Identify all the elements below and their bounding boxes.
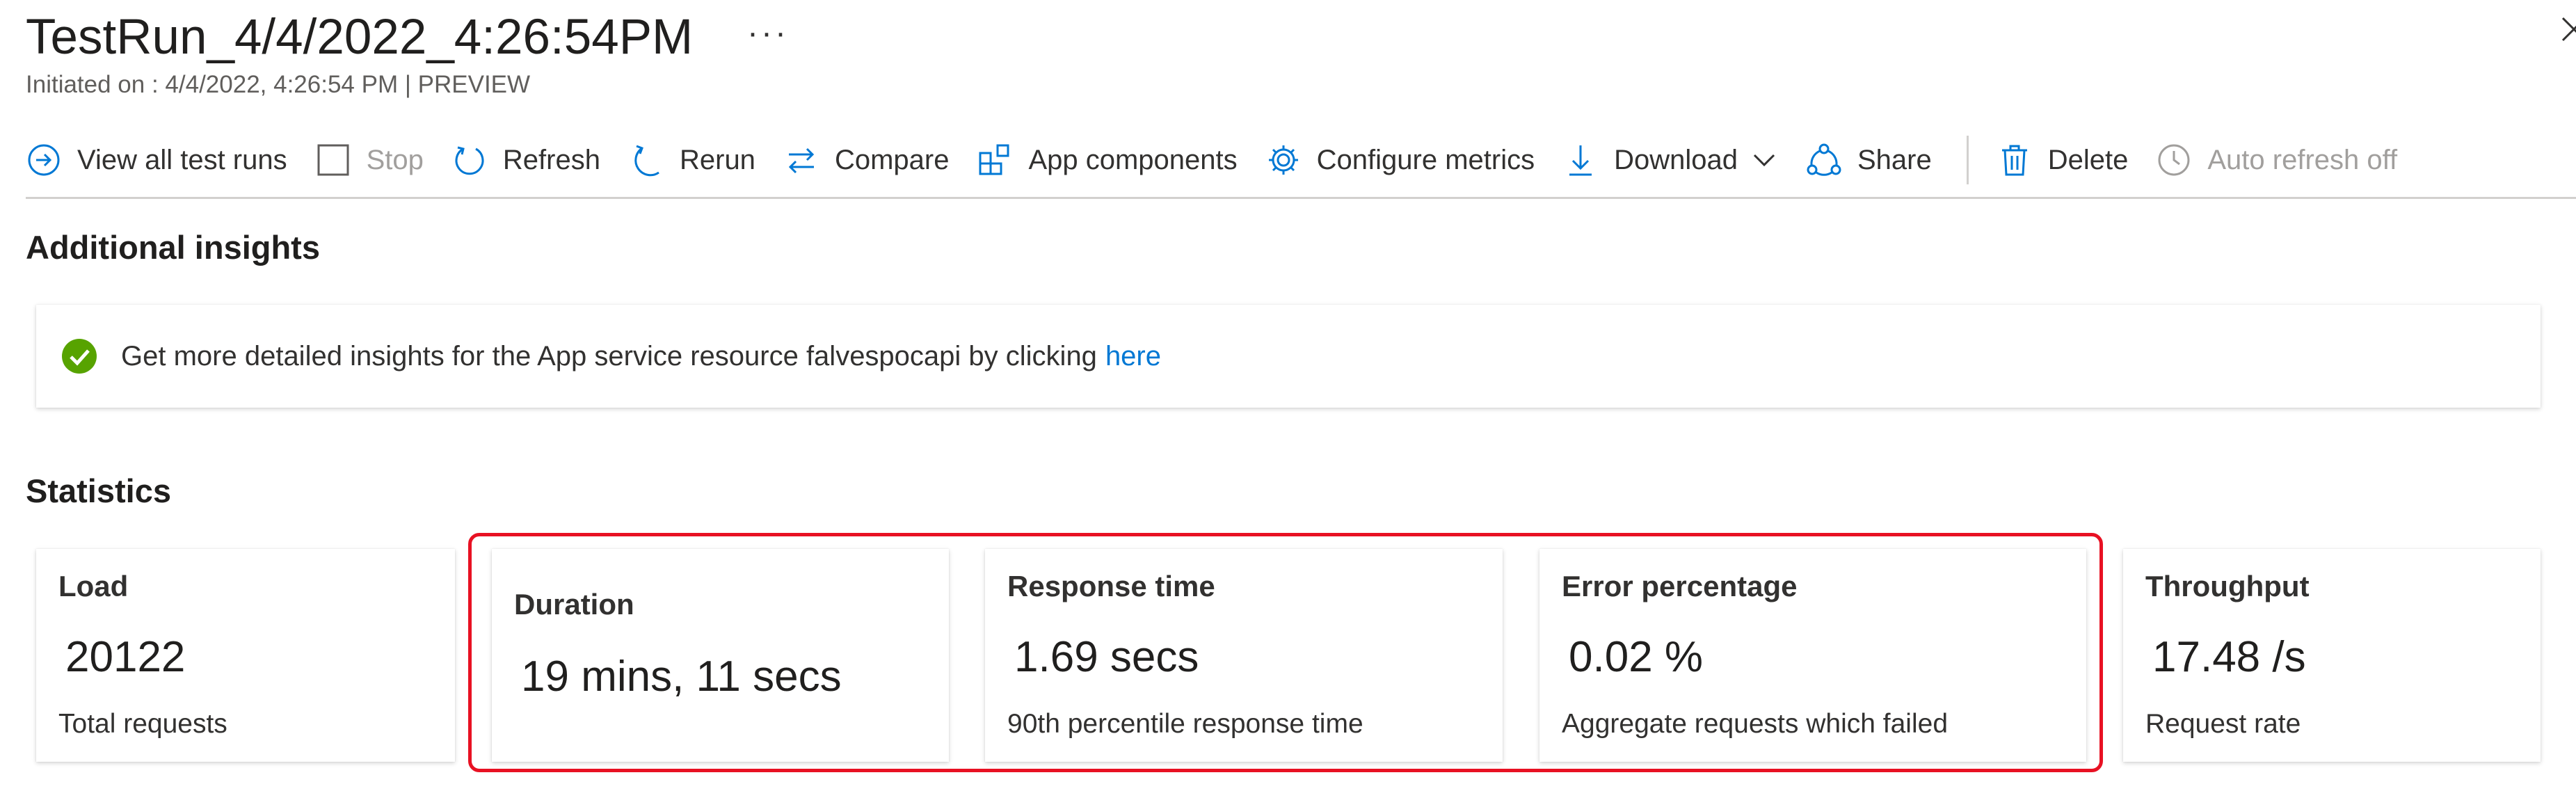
stop-button[interactable]: Stop — [315, 134, 424, 186]
view-all-test-runs-label: View all test runs — [77, 144, 287, 175]
run-subtitle: Initiated on : 4/4/2022, 4:26:54 PM | PR… — [26, 71, 531, 98]
insight-here-link[interactable]: here — [1105, 341, 1161, 372]
clock-icon — [2156, 142, 2192, 178]
compare-arrows-icon — [783, 142, 819, 178]
insight-banner: Get more detailed insights for the App s… — [36, 305, 2541, 408]
stat-card-throughput: Throughput 17.48 /s Request rate — [2123, 549, 2541, 762]
share-button[interactable]: Share — [1806, 134, 1932, 186]
delete-button[interactable]: Delete — [1997, 134, 2129, 186]
toolbar-divider — [1966, 136, 1969, 184]
share-icon — [1806, 142, 1842, 178]
app-components-label: App components — [1028, 144, 1238, 175]
toolbar-divider-line — [26, 197, 2576, 199]
app-components-icon — [977, 142, 1013, 178]
refresh-button[interactable]: Refresh — [451, 134, 600, 186]
gear-icon — [1265, 142, 1302, 178]
highlight-annotation-box — [468, 533, 2103, 772]
configure-metrics-label: Configure metrics — [1316, 144, 1535, 175]
more-options-button[interactable]: ··· — [747, 14, 789, 52]
delete-label: Delete — [2047, 144, 2129, 175]
stat-label: Throughput — [2145, 570, 2310, 602]
stat-description: Total requests — [58, 709, 227, 739]
share-label: Share — [1857, 144, 1932, 175]
close-icon[interactable] — [2560, 15, 2576, 43]
auto-refresh-label: Auto refresh off — [2207, 144, 2398, 175]
rerun-button[interactable]: Rerun — [628, 134, 755, 186]
rerun-label: Rerun — [679, 144, 755, 175]
arrow-circle-right-icon — [26, 142, 62, 178]
refresh-icon — [451, 142, 488, 178]
additional-insights-heading: Additional insights — [26, 229, 320, 266]
refresh-label: Refresh — [502, 144, 600, 175]
rerun-icon — [628, 142, 664, 178]
insight-message: Get more detailed insights for the App s… — [121, 340, 1097, 371]
stop-checkbox-icon — [315, 142, 351, 178]
configure-metrics-button[interactable]: Configure metrics — [1265, 134, 1535, 186]
stat-value: 17.48 /s — [2152, 633, 2306, 681]
download-label: Download — [1614, 144, 1738, 175]
auto-refresh-button[interactable]: Auto refresh off — [2156, 134, 2397, 186]
compare-button[interactable]: Compare — [783, 134, 950, 186]
trash-icon — [1997, 142, 2033, 178]
view-all-test-runs-button[interactable]: View all test runs — [26, 134, 287, 186]
compare-label: Compare — [834, 144, 950, 175]
chevron-down-icon[interactable] — [1750, 146, 1778, 174]
stat-description: Request rate — [2145, 709, 2301, 739]
download-icon — [1562, 142, 1599, 178]
command-bar: View all test runs Stop Refresh Rerun Co… — [26, 134, 2425, 186]
stop-label: Stop — [366, 144, 424, 175]
stat-value: 20122 — [65, 633, 186, 681]
stat-label: Load — [58, 570, 129, 602]
statistics-heading: Statistics — [26, 472, 171, 509]
page-title: TestRun_4/4/2022_4:26:54PM — [26, 10, 694, 65]
success-check-icon — [62, 339, 97, 374]
stat-card-load: Load 20122 Total requests — [36, 549, 455, 762]
download-button[interactable]: Download — [1562, 134, 1778, 186]
app-components-button[interactable]: App components — [977, 134, 1238, 186]
